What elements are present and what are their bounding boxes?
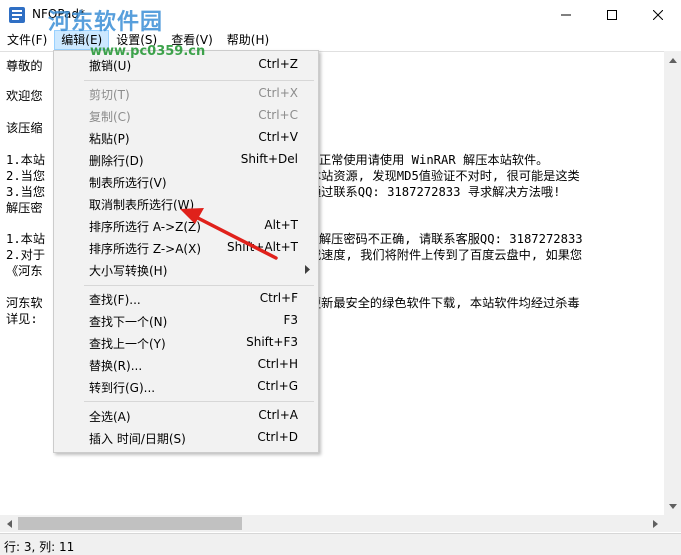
menu-file[interactable]: 文件(F)	[0, 30, 54, 50]
menu-item-cut[interactable]: 剪切(T) Ctrl+X	[56, 82, 316, 104]
horizontal-scroll-thumb[interactable]	[18, 517, 242, 530]
app-icon	[8, 6, 26, 24]
menu-help[interactable]: 帮助(H)	[220, 30, 276, 50]
vertical-scrollbar[interactable]	[664, 51, 681, 515]
editor-line-tail: 通过联系QQ: 3187272833 寻求解决方法哦!	[309, 185, 561, 199]
menu-item-find[interactable]: 查找(F)... Ctrl+F	[56, 287, 316, 309]
editor-line: 欢迎您	[6, 89, 43, 103]
menu-item-copy[interactable]: 复制(C) Ctrl+C	[56, 104, 316, 126]
scroll-right-icon[interactable]	[647, 515, 664, 532]
editor-line: 解压密	[6, 201, 43, 215]
menu-item-paste[interactable]: 粘贴(P) Ctrl+V	[56, 126, 316, 148]
edit-menu-dropdown: 撤销(U) Ctrl+Z 剪切(T) Ctrl+X 复制(C) Ctrl+C 粘…	[53, 50, 319, 453]
editor-line: 详见:	[6, 312, 38, 326]
watermark-url: www.pc0359.cn	[90, 44, 206, 59]
menu-item-sort-asc[interactable]: 排序所选行 A->Z(Z) Alt+T	[56, 214, 316, 236]
scroll-down-icon[interactable]	[664, 498, 681, 515]
menu-item-delete-line[interactable]: 删除行(D) Shift+Del	[56, 148, 316, 170]
menu-item-insert-datetime[interactable]: 插入 时间/日期(S) Ctrl+D	[56, 426, 316, 448]
menu-item-goto-line[interactable]: 转到行(G)... Ctrl+G	[56, 375, 316, 397]
maximize-button[interactable]	[589, 0, 635, 30]
editor-line-tail: 更新最安全的绿色软件下载, 本站软件均经过杀毒	[309, 296, 580, 310]
cursor-position: 行: 3, 列: 11	[4, 540, 75, 554]
minimize-icon	[561, 14, 571, 16]
scrollbar-corner	[664, 515, 681, 532]
menu-item-find-next[interactable]: 查找下一个(N) F3	[56, 309, 316, 331]
watermark-logo: 河东软件园	[48, 10, 164, 35]
menu-item-sort-desc[interactable]: 排序所选行 Z->A(X) Shift+Alt+T	[56, 236, 316, 258]
menu-item-replace[interactable]: 替换(R)... Ctrl+H	[56, 353, 316, 375]
editor-line: 该压缩	[6, 121, 43, 135]
horizontal-scrollbar[interactable]	[0, 515, 664, 532]
editor-line: 尊敬的	[6, 59, 43, 73]
close-icon	[653, 10, 663, 20]
maximize-icon	[607, 10, 617, 20]
editor-line: 《河东	[6, 264, 43, 278]
menu-item-tab-lines[interactable]: 制表所选行(V)	[56, 170, 316, 192]
scroll-left-icon[interactable]	[0, 515, 17, 532]
menu-separator	[84, 285, 314, 286]
close-button[interactable]	[635, 0, 681, 30]
menu-item-find-previous[interactable]: 查找上一个(Y) Shift+F3	[56, 331, 316, 353]
menu-separator	[84, 401, 314, 402]
menu-item-select-all[interactable]: 全选(A) Ctrl+A	[56, 404, 316, 426]
minimize-button[interactable]	[543, 0, 589, 30]
submenu-arrow-icon	[305, 263, 310, 277]
editor-line-tail: 载速度, 我们将附件上传到了百度云盘中, 如果您	[309, 248, 583, 262]
scroll-up-icon[interactable]	[664, 51, 681, 68]
menu-item-untab-lines[interactable]: 取消制表所选行(W)	[56, 192, 316, 214]
status-bar: 行: 3, 列: 11	[0, 533, 681, 555]
menu-item-case-convert[interactable]: 大小写转换(H)	[56, 258, 316, 280]
menu-separator	[84, 80, 314, 81]
